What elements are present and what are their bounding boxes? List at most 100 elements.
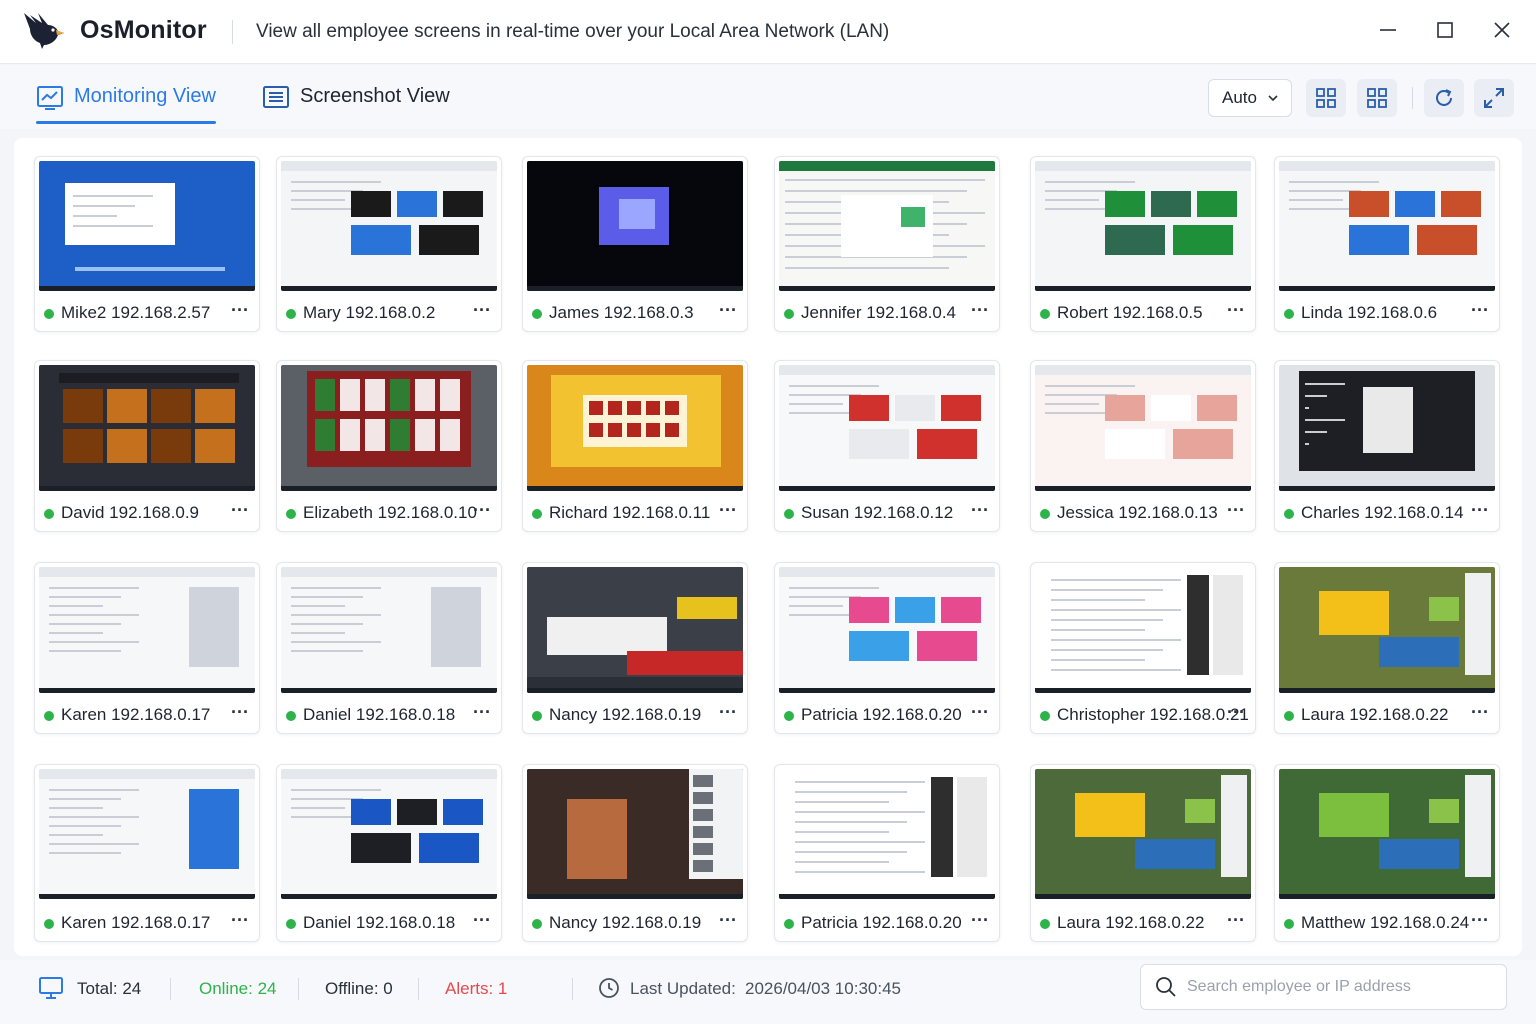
refresh-mode-select[interactable]: Auto — [1208, 79, 1292, 117]
screen-thumbnail[interactable] — [527, 161, 743, 291]
screen-thumbnail[interactable] — [779, 161, 995, 291]
more-options-button[interactable]: ··· — [471, 300, 493, 324]
screen-content-block — [440, 419, 460, 451]
online-status-dot — [286, 309, 296, 319]
screen-thumbnail[interactable] — [527, 365, 743, 491]
screen-content-block — [608, 423, 622, 437]
employee-screen-card[interactable]: Richard 192.168.0.11 ··· — [522, 360, 748, 532]
employee-screen-card[interactable]: Susan 192.168.0.12 ··· — [774, 360, 1000, 532]
employee-screen-card[interactable]: David 192.168.0.9 ··· — [34, 360, 260, 532]
employee-screen-card[interactable]: James 192.168.0.3 ··· — [522, 156, 748, 332]
employee-screen-card[interactable]: Karen 192.168.0.17 ··· — [34, 562, 260, 734]
more-options-button[interactable]: ··· — [471, 910, 493, 934]
screen-text-line — [795, 841, 925, 843]
minimize-button[interactable] — [1372, 14, 1404, 46]
screen-content-block — [59, 373, 239, 383]
fullscreen-button[interactable] — [1474, 79, 1514, 117]
tab-monitoring-view[interactable]: Monitoring View — [36, 85, 216, 129]
screen-thumbnail[interactable] — [281, 567, 497, 693]
more-options-button[interactable]: ··· — [471, 702, 493, 726]
screen-thumbnail[interactable] — [1279, 161, 1495, 291]
screen-text-line — [49, 789, 139, 791]
maximize-button[interactable] — [1429, 14, 1461, 46]
screen-content-block — [849, 395, 889, 421]
employee-screen-card[interactable]: Daniel 192.168.0.18 ··· — [276, 562, 502, 734]
employee-screen-card[interactable]: Patricia 192.168.0.20 ··· — [774, 562, 1000, 734]
employee-screen-card[interactable]: Laura 192.168.0.22 ··· — [1030, 764, 1256, 942]
more-options-button[interactable]: ··· — [229, 300, 251, 324]
more-options-button[interactable]: ··· — [1469, 300, 1491, 324]
online-status-dot — [532, 711, 542, 721]
employee-screen-card[interactable]: Nancy 192.168.0.19 ··· — [522, 764, 748, 942]
more-options-button[interactable]: ··· — [969, 500, 991, 524]
screen-thumbnail[interactable] — [1035, 365, 1251, 491]
browser-bar — [779, 567, 995, 577]
more-options-button[interactable]: ··· — [969, 910, 991, 934]
screen-text-line — [1051, 669, 1181, 671]
screen-thumbnail[interactable] — [281, 365, 497, 491]
employee-screen-card[interactable]: Matthew 192.168.0.24 ··· — [1274, 764, 1500, 942]
screen-thumbnail[interactable] — [1035, 769, 1251, 899]
more-options-button[interactable]: ··· — [969, 702, 991, 726]
screen-thumbnail[interactable] — [39, 365, 255, 491]
screen-content-block — [440, 379, 460, 411]
alerts-count[interactable]: Alerts: 1 — [445, 979, 507, 999]
employee-screen-card[interactable]: Charles 192.168.0.14 ··· — [1274, 360, 1500, 532]
more-options-button[interactable]: ··· — [717, 300, 739, 324]
screen-thumbnail[interactable] — [527, 769, 743, 899]
more-options-button[interactable]: ··· — [229, 702, 251, 726]
more-options-button[interactable]: ··· — [1225, 300, 1247, 324]
more-options-button[interactable]: ··· — [1469, 500, 1491, 524]
more-options-button[interactable]: ··· — [969, 300, 991, 324]
screen-thumbnail[interactable] — [779, 365, 995, 491]
screen-thumbnail[interactable] — [1035, 567, 1251, 693]
online-status-dot — [1284, 509, 1294, 519]
screen-content-block — [1105, 429, 1165, 459]
screen-thumbnail[interactable] — [1279, 769, 1495, 899]
employee-screen-card[interactable]: Daniel 192.168.0.18 ··· — [276, 764, 502, 942]
more-options-button[interactable]: ··· — [717, 500, 739, 524]
close-button[interactable] — [1486, 14, 1518, 46]
employee-screen-card[interactable]: Elizabeth 192.168.0.10 ··· — [276, 360, 502, 532]
employee-screen-card[interactable]: Christopher 192.168.0.21 ··· — [1030, 562, 1256, 734]
employee-screen-card[interactable]: Karen 192.168.0.17 ··· — [34, 764, 260, 942]
more-options-button[interactable]: ··· — [1225, 910, 1247, 934]
screen-thumbnail[interactable] — [779, 769, 995, 899]
screen-thumbnail[interactable] — [281, 161, 497, 291]
screen-thumbnail[interactable] — [281, 769, 497, 899]
employee-screen-card[interactable]: Laura 192.168.0.22 ··· — [1274, 562, 1500, 734]
more-options-button[interactable]: ··· — [229, 500, 251, 524]
screen-thumbnail[interactable] — [1279, 567, 1495, 693]
employee-screen-card[interactable]: Mary 192.168.0.2 ··· — [276, 156, 502, 332]
screen-thumbnail[interactable] — [527, 567, 743, 693]
taskbar — [281, 894, 497, 899]
refresh-button[interactable] — [1424, 79, 1464, 117]
screen-content-block — [547, 617, 667, 655]
employee-screen-card[interactable]: Patricia 192.168.0.20 ··· — [774, 764, 1000, 942]
more-options-button[interactable]: ··· — [717, 910, 739, 934]
screen-thumbnail[interactable] — [39, 567, 255, 693]
employee-screen-card[interactable]: Robert 192.168.0.5 ··· — [1030, 156, 1256, 332]
employee-screen-card[interactable]: Mike2 192.168.2.57 ··· — [34, 156, 260, 332]
screen-thumbnail[interactable] — [1279, 365, 1495, 491]
employee-screen-card[interactable]: Jessica 192.168.0.13 ··· — [1030, 360, 1256, 532]
more-options-button[interactable]: ··· — [1469, 702, 1491, 726]
more-options-button[interactable]: ··· — [471, 500, 493, 524]
more-options-button[interactable]: ··· — [717, 702, 739, 726]
more-options-button[interactable]: ··· — [1225, 500, 1247, 524]
employee-screen-card[interactable]: Jennifer 192.168.0.4 ··· — [774, 156, 1000, 332]
screen-thumbnail[interactable] — [779, 567, 995, 693]
search-input[interactable] — [1187, 965, 1497, 1009]
screen-thumbnail[interactable] — [39, 769, 255, 899]
screen-thumbnail[interactable] — [39, 161, 255, 291]
grid-layout-small-button[interactable] — [1306, 79, 1346, 117]
more-options-button[interactable]: ··· — [1225, 702, 1247, 726]
screen-thumbnail[interactable] — [1035, 161, 1251, 291]
grid-layout-large-button[interactable] — [1357, 79, 1397, 117]
more-options-button[interactable]: ··· — [1469, 910, 1491, 934]
employee-label: Patricia 192.168.0.20 — [801, 705, 962, 724]
employee-screen-card[interactable]: Nancy 192.168.0.19 ··· — [522, 562, 748, 734]
more-options-button[interactable]: ··· — [229, 910, 251, 934]
tab-screenshot-view[interactable]: Screenshot View — [262, 85, 450, 129]
employee-screen-card[interactable]: Linda 192.168.0.6 ··· — [1274, 156, 1500, 332]
